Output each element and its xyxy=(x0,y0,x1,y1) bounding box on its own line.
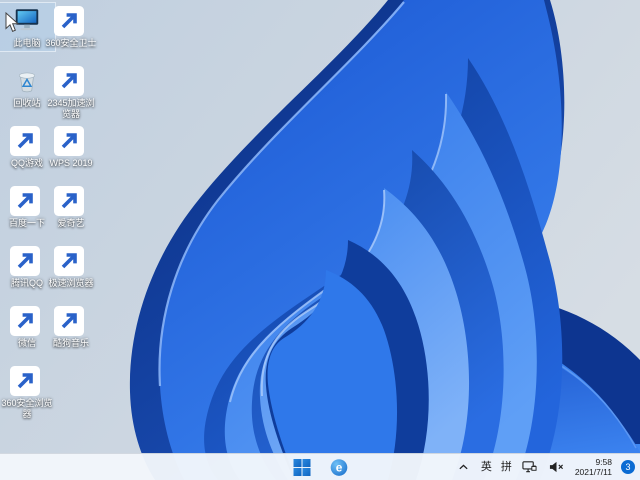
start-button[interactable] xyxy=(290,456,314,478)
desktop-icon-label: 360安全浏览器 xyxy=(1,398,53,419)
clock[interactable]: 9:58 2021/7/11 xyxy=(575,457,612,477)
shortcut-arrow-icon xyxy=(54,306,84,336)
clock-date: 2021/7/11 xyxy=(574,467,612,477)
desktop-icon-speed-browser[interactable]: 极速浏览器 xyxy=(42,242,100,292)
desktop-icon-label: 极速浏览器 xyxy=(48,278,94,288)
desktop-icon-label: 腾讯QQ xyxy=(10,278,43,288)
baidu-search-icon: du xyxy=(10,185,42,216)
tray-expand-button[interactable] xyxy=(456,456,472,478)
kugou-music-icon: K xyxy=(54,305,86,336)
shortcut-arrow-icon xyxy=(54,186,84,216)
shortcut-arrow-icon xyxy=(54,126,84,156)
wps-2019-icon: W xyxy=(54,125,86,156)
desktop-icon-wps-2019[interactable]: W WPS 2019 xyxy=(42,122,100,172)
shortcut-arrow-icon xyxy=(10,186,40,216)
speed-browser-icon xyxy=(54,245,86,276)
desktop-icon-label: 此电脑 xyxy=(13,38,41,48)
desktop-icon-label: 百度一下 xyxy=(8,218,45,228)
desktop-icon-label: 2345加速浏览器 xyxy=(47,98,95,119)
shortcut-arrow-icon xyxy=(10,306,40,336)
volume-muted-icon xyxy=(550,461,564,473)
desktop-icon-kugou-music[interactable]: K 酷狗音乐 xyxy=(42,302,100,352)
desktop-icon-label: 酷狗音乐 xyxy=(52,338,89,348)
shortcut-arrow-icon xyxy=(10,126,40,156)
360-safe-browser-icon: e xyxy=(10,365,42,396)
ime-pinyin-indicator[interactable]: 拼 xyxy=(501,454,512,480)
qq-games-icon xyxy=(10,125,42,156)
2345-browser-icon: e xyxy=(54,65,86,96)
tencent-qq-icon xyxy=(10,245,42,276)
desktop-icon-2345-browser[interactable]: e 2345加速浏览器 xyxy=(42,62,100,123)
taskbar: e 英 拼 9:58 2021/7/11 3 xyxy=(0,453,640,480)
windows-start-icon xyxy=(293,458,310,476)
clock-time: 9:58 xyxy=(595,457,612,467)
desktop-icon-label: 微信 xyxy=(17,338,36,348)
desktop-icon-label: WPS 2019 xyxy=(49,158,93,168)
windows-11-desktop: 此电脑 360安全卫士 回收站 2345加速浏览器 QQ游戏 WPS 2019 … xyxy=(0,0,640,480)
360-safe-guard-icon xyxy=(54,5,86,36)
iqiyi-icon: iQIYI xyxy=(54,185,86,216)
edge-browser-button[interactable]: e xyxy=(327,456,351,478)
shortcut-arrow-icon xyxy=(54,6,84,36)
taskbar-center-icons: e xyxy=(290,454,351,480)
ethernet-network-icon xyxy=(522,461,537,473)
chevron-up-icon xyxy=(459,464,468,470)
desktop-icon-360-safe-guard[interactable]: 360安全卫士 xyxy=(42,2,100,52)
svg-text:e: e xyxy=(335,460,342,474)
desktop-icon-label: 回收站 xyxy=(13,98,41,108)
shortcut-arrow-icon xyxy=(54,246,84,276)
volume-tray-button[interactable] xyxy=(548,456,566,478)
desktop-icon-360-safe-browser[interactable]: e 360安全浏览器 xyxy=(0,362,56,423)
ime-english-indicator[interactable]: 英 xyxy=(481,454,492,480)
network-tray-button[interactable] xyxy=(521,456,539,478)
notification-badge[interactable]: 3 xyxy=(621,460,635,474)
shortcut-arrow-icon xyxy=(10,366,40,396)
mouse-cursor xyxy=(5,12,19,32)
desktop-icon-label: 360安全卫士 xyxy=(45,38,97,48)
desktop-icon-label: QQ游戏 xyxy=(10,158,43,168)
desktop-icon-label: 爱奇艺 xyxy=(57,218,85,228)
shortcut-arrow-icon xyxy=(10,246,40,276)
system-tray: 英 拼 9:58 2021/7/11 3 xyxy=(456,454,635,480)
shortcut-arrow-icon xyxy=(54,66,84,96)
edge-browser-icon: e xyxy=(330,458,347,476)
recycle-bin-icon xyxy=(12,65,42,95)
wechat-icon xyxy=(10,305,42,336)
desktop-icon-iqiyi[interactable]: iQIYI 爱奇艺 xyxy=(42,182,100,232)
